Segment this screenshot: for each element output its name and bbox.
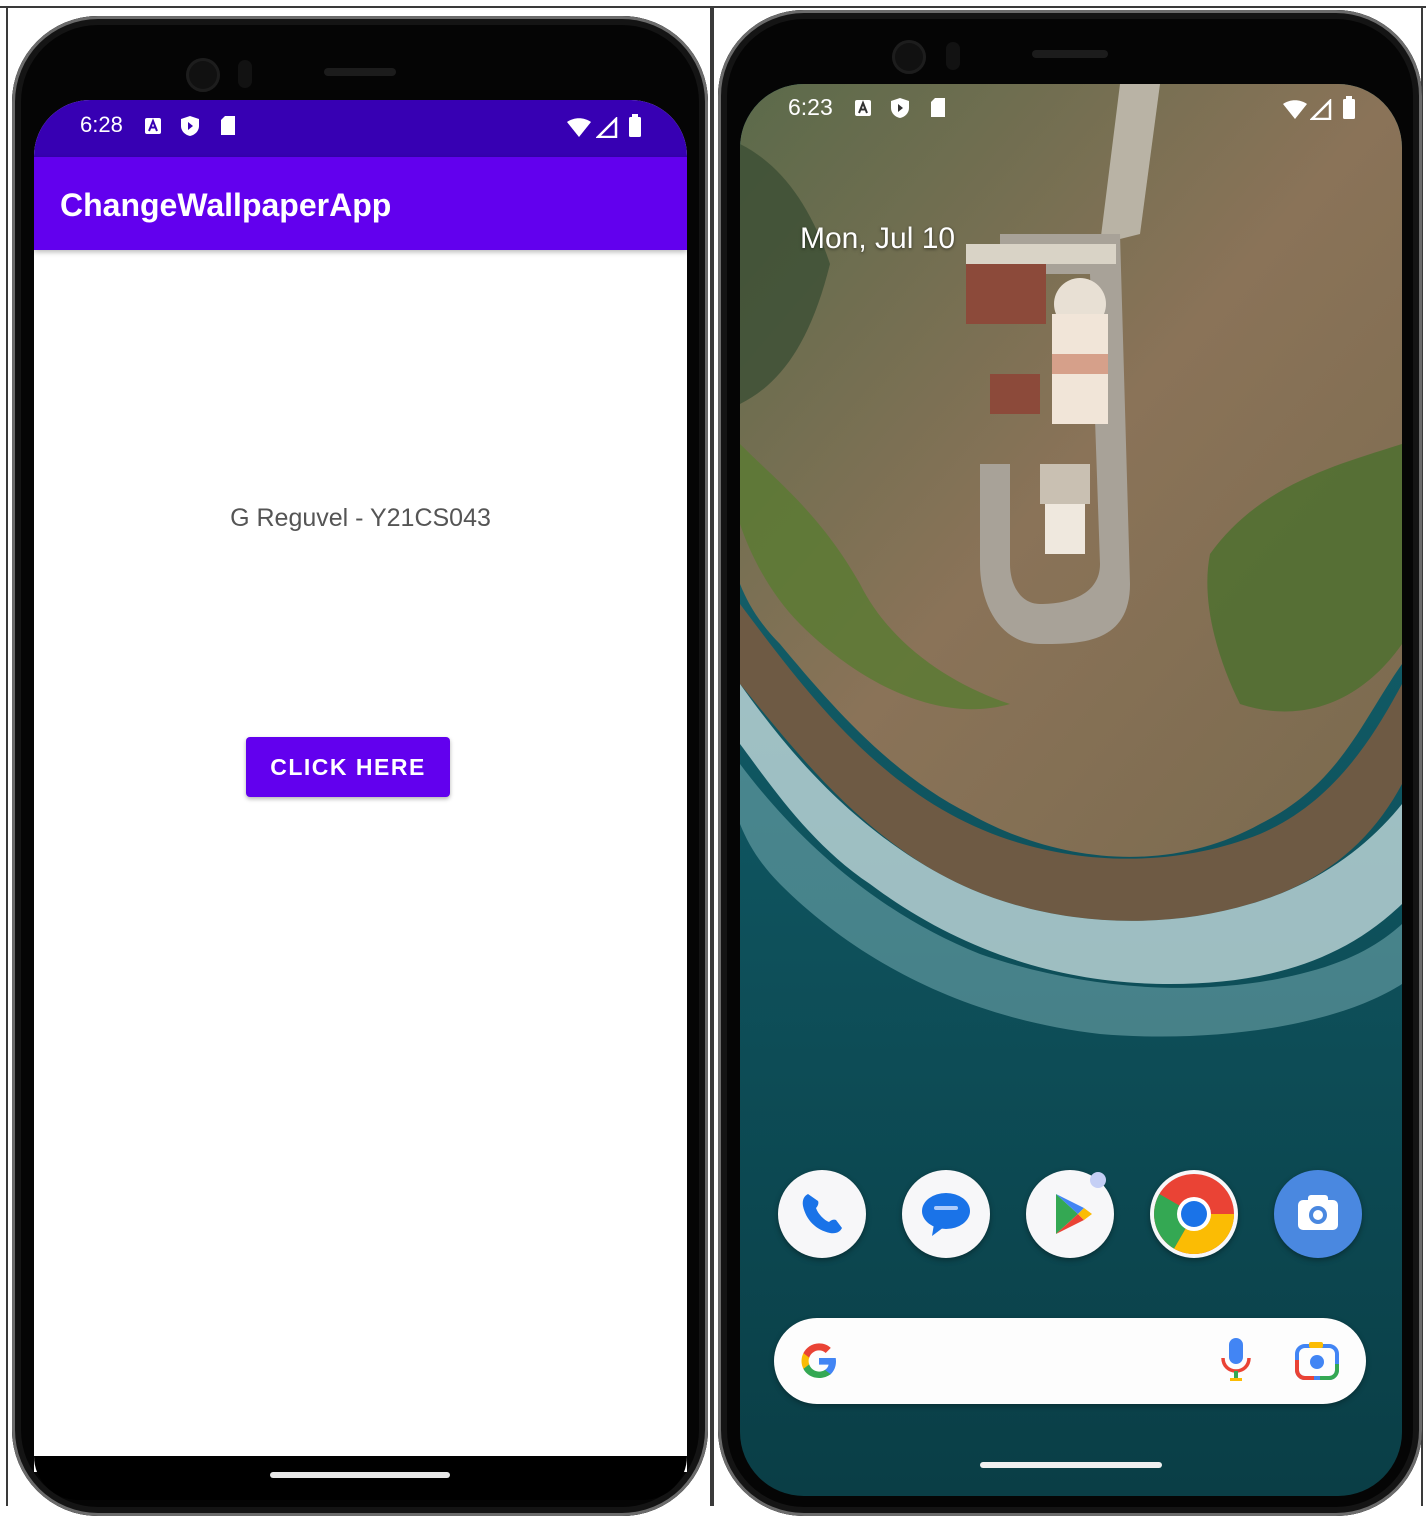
app-bar: ChangeWallpaperApp bbox=[34, 157, 687, 250]
student-name-text: G Reguvel - Y21CS043 bbox=[230, 504, 491, 532]
home-gesture-bar[interactable] bbox=[270, 1472, 450, 1478]
notification-a-icon bbox=[854, 99, 872, 122]
home-gesture-bar[interactable] bbox=[980, 1462, 1162, 1468]
wallpaper-image bbox=[740, 84, 1402, 1496]
cell-signal-icon bbox=[594, 115, 618, 143]
status-time: 6:23 bbox=[788, 94, 833, 120]
right-phone: 6:23 Mon, Jul 10 bbox=[718, 10, 1422, 1516]
status-bar: 6:28 bbox=[34, 100, 687, 157]
battery-icon bbox=[628, 114, 642, 143]
date-widget[interactable]: Mon, Jul 10 bbox=[800, 222, 955, 256]
home-screen: 6:23 Mon, Jul 10 bbox=[740, 84, 1402, 1496]
microphone-icon[interactable] bbox=[1218, 1336, 1254, 1384]
messages-app-icon[interactable] bbox=[902, 1170, 990, 1258]
camera-app-icon[interactable] bbox=[1274, 1170, 1362, 1258]
phone-app-icon[interactable] bbox=[778, 1170, 866, 1258]
play-store-app-icon[interactable] bbox=[1026, 1170, 1114, 1258]
app-screen: 6:28 ChangeWallpaperApp G Reguvel - Y21C… bbox=[34, 100, 687, 1472]
click-here-button[interactable]: CLICK HERE bbox=[246, 737, 450, 797]
battery-icon bbox=[1342, 96, 1356, 125]
sd-card-icon bbox=[220, 115, 236, 141]
wifi-icon bbox=[566, 118, 592, 143]
proximity-sensor bbox=[946, 42, 960, 70]
notification-dot bbox=[1090, 1172, 1106, 1188]
app-title: ChangeWallpaperApp bbox=[60, 187, 392, 223]
sd-card-icon bbox=[930, 97, 946, 123]
google-search-bar[interactable] bbox=[774, 1318, 1366, 1404]
frame-divider-line bbox=[710, 6, 714, 1506]
earpiece-speaker bbox=[324, 68, 396, 76]
wifi-icon bbox=[1282, 100, 1308, 125]
navigation-bar bbox=[34, 1456, 687, 1500]
earpiece-speaker bbox=[1032, 50, 1108, 58]
chrome-app-icon[interactable] bbox=[1150, 1170, 1238, 1258]
status-time: 6:28 bbox=[80, 112, 123, 137]
left-phone: 6:28 ChangeWallpaperApp G Reguvel - Y21C… bbox=[12, 16, 708, 1516]
lens-icon[interactable] bbox=[1294, 1340, 1340, 1382]
shield-icon bbox=[890, 97, 910, 124]
front-camera bbox=[892, 40, 926, 74]
google-g-icon bbox=[801, 1343, 836, 1378]
front-camera bbox=[186, 58, 220, 92]
notification-a-icon bbox=[144, 117, 162, 140]
proximity-sensor bbox=[238, 60, 252, 88]
cell-signal-icon bbox=[1308, 97, 1332, 125]
frame-left-line bbox=[6, 6, 8, 1506]
shield-icon bbox=[180, 115, 200, 142]
